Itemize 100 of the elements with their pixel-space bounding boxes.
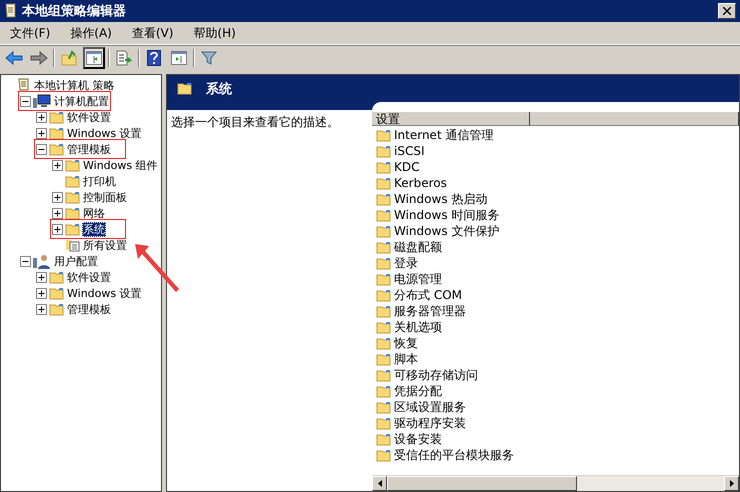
- folder-icon: [376, 288, 391, 302]
- tree-pane-icon: [86, 51, 102, 65]
- tree-item[interactable]: 控制面板: [82, 190, 128, 204]
- list-item[interactable]: 脚本: [394, 350, 418, 368]
- folder-icon: [177, 82, 192, 95]
- folder-icon: [376, 416, 391, 430]
- list-item[interactable]: 服务器管理器: [394, 302, 466, 320]
- folder-icon: [49, 286, 64, 300]
- list-item[interactable]: 分布式 COM: [394, 286, 462, 304]
- list-item[interactable]: 区域设置服务: [394, 398, 466, 416]
- list-item[interactable]: Internet 通信管理: [394, 126, 494, 144]
- list-item[interactable]: Windows 文件保护: [394, 222, 500, 240]
- expand-icon[interactable]: [36, 288, 47, 298]
- tree-item[interactable]: 本地计算机 策略: [33, 78, 116, 92]
- collapse-icon[interactable]: [36, 144, 47, 154]
- column-header[interactable]: [530, 112, 739, 126]
- menu-item[interactable]: 文件(F): [0, 24, 60, 42]
- expand-icon[interactable]: [36, 304, 47, 314]
- list-item[interactable]: 驱动程序安装: [394, 414, 466, 432]
- expand-icon[interactable]: [52, 208, 63, 218]
- menu-item[interactable]: 帮助(H): [183, 24, 246, 42]
- tree-item[interactable]: 所有设置: [82, 238, 128, 252]
- tree-item[interactable]: 计算机配置: [53, 94, 110, 108]
- close-icon: [723, 7, 731, 15]
- tree-item[interactable]: 用户配置: [53, 254, 99, 268]
- scroll-left-icon[interactable]: [378, 480, 382, 487]
- folder-icon: [376, 400, 391, 414]
- tree-item[interactable]: 软件设置: [66, 110, 112, 124]
- filter-icon: [201, 50, 217, 66]
- list-item[interactable]: 恢复: [394, 334, 418, 352]
- scroll-icon: [17, 78, 31, 92]
- list-item[interactable]: 设备安装: [394, 430, 442, 448]
- computer-icon: [33, 94, 51, 108]
- list-item[interactable]: 关机选项: [394, 318, 442, 336]
- folder-icon: [65, 206, 80, 220]
- folder-icon: [376, 240, 391, 254]
- expand-icon[interactable]: [36, 272, 47, 282]
- back-arrow-icon: [5, 51, 23, 65]
- tree-item[interactable]: 打印机: [82, 174, 117, 188]
- folder-icon: [376, 352, 391, 366]
- list-item[interactable]: 受信任的平台模块服务: [394, 446, 514, 464]
- forward-arrow-icon: [30, 51, 48, 65]
- list-item[interactable]: Windows 时间服务: [394, 206, 500, 224]
- menu-item[interactable]: 操作(A): [60, 24, 122, 42]
- folder-icon: [376, 128, 391, 142]
- folder-icon: [376, 448, 391, 462]
- pane-title: 系统: [206, 80, 232, 98]
- folder-icon: [65, 190, 80, 204]
- column-header[interactable]: 设置: [372, 112, 530, 126]
- list-item[interactable]: Kerberos: [394, 176, 447, 190]
- folder-icon: [376, 368, 391, 382]
- tree-item[interactable]: 软件设置: [66, 270, 112, 284]
- folder-icon: [376, 176, 391, 190]
- folder-icon: [376, 384, 391, 398]
- list-item[interactable]: 凭据分配: [394, 382, 442, 400]
- expand-icon[interactable]: [52, 224, 63, 234]
- tree-item[interactable]: Windows 设置: [66, 286, 143, 300]
- folder-icon: [376, 160, 391, 174]
- expand-icon[interactable]: [52, 160, 63, 170]
- expand-icon[interactable]: [36, 112, 47, 122]
- folder-icon: [49, 142, 64, 156]
- list-item[interactable]: iSCSI: [394, 144, 424, 158]
- scroll-right-icon[interactable]: [730, 480, 734, 487]
- list-item[interactable]: 可移动存储访问: [394, 366, 478, 384]
- folder-icon: [376, 272, 391, 286]
- tree-item[interactable]: Windows 组件: [82, 158, 159, 172]
- folder-icon: [49, 110, 64, 124]
- list-item[interactable]: KDC: [394, 160, 420, 174]
- folder-icon: [376, 432, 391, 446]
- tree-item[interactable]: 管理模板: [66, 302, 112, 316]
- list-item[interactable]: 电源管理: [394, 270, 442, 288]
- folder-icon: [49, 302, 64, 316]
- list-item[interactable]: 登录: [394, 254, 418, 272]
- folder-icon: [49, 126, 64, 140]
- list-item[interactable]: Windows 热启动: [394, 190, 488, 208]
- folder-icon: [376, 144, 391, 158]
- expand-icon[interactable]: [36, 128, 47, 138]
- folder-up-icon: [61, 50, 77, 66]
- description-text: 选择一个项目来查看它的描述。: [171, 115, 339, 129]
- export-list-icon: [115, 50, 133, 66]
- list-item[interactable]: 磁盘配额: [394, 238, 442, 256]
- folder-icon: [376, 208, 391, 222]
- collapse-icon[interactable]: [20, 256, 31, 266]
- expand-icon[interactable]: [52, 192, 63, 202]
- folder-icon: [376, 224, 391, 238]
- folder-icon: [376, 320, 391, 334]
- menu-item[interactable]: 查看(V): [122, 24, 184, 42]
- tree-item[interactable]: Windows 设置: [66, 126, 143, 140]
- folder-icon: [376, 336, 391, 350]
- user-icon: [33, 254, 51, 268]
- close-button[interactable]: [718, 3, 736, 19]
- tree-item[interactable]: 系统: [82, 222, 106, 236]
- settings-page-icon: [65, 238, 80, 252]
- collapse-icon[interactable]: [20, 96, 31, 106]
- folder-icon: [49, 270, 64, 284]
- tree-item[interactable]: 管理模板: [66, 142, 112, 156]
- horizontal-scrollbar[interactable]: [372, 475, 739, 491]
- toolbar-button[interactable]: [83, 47, 105, 69]
- tree-item[interactable]: 网络: [82, 206, 106, 220]
- folder-icon: [376, 256, 391, 270]
